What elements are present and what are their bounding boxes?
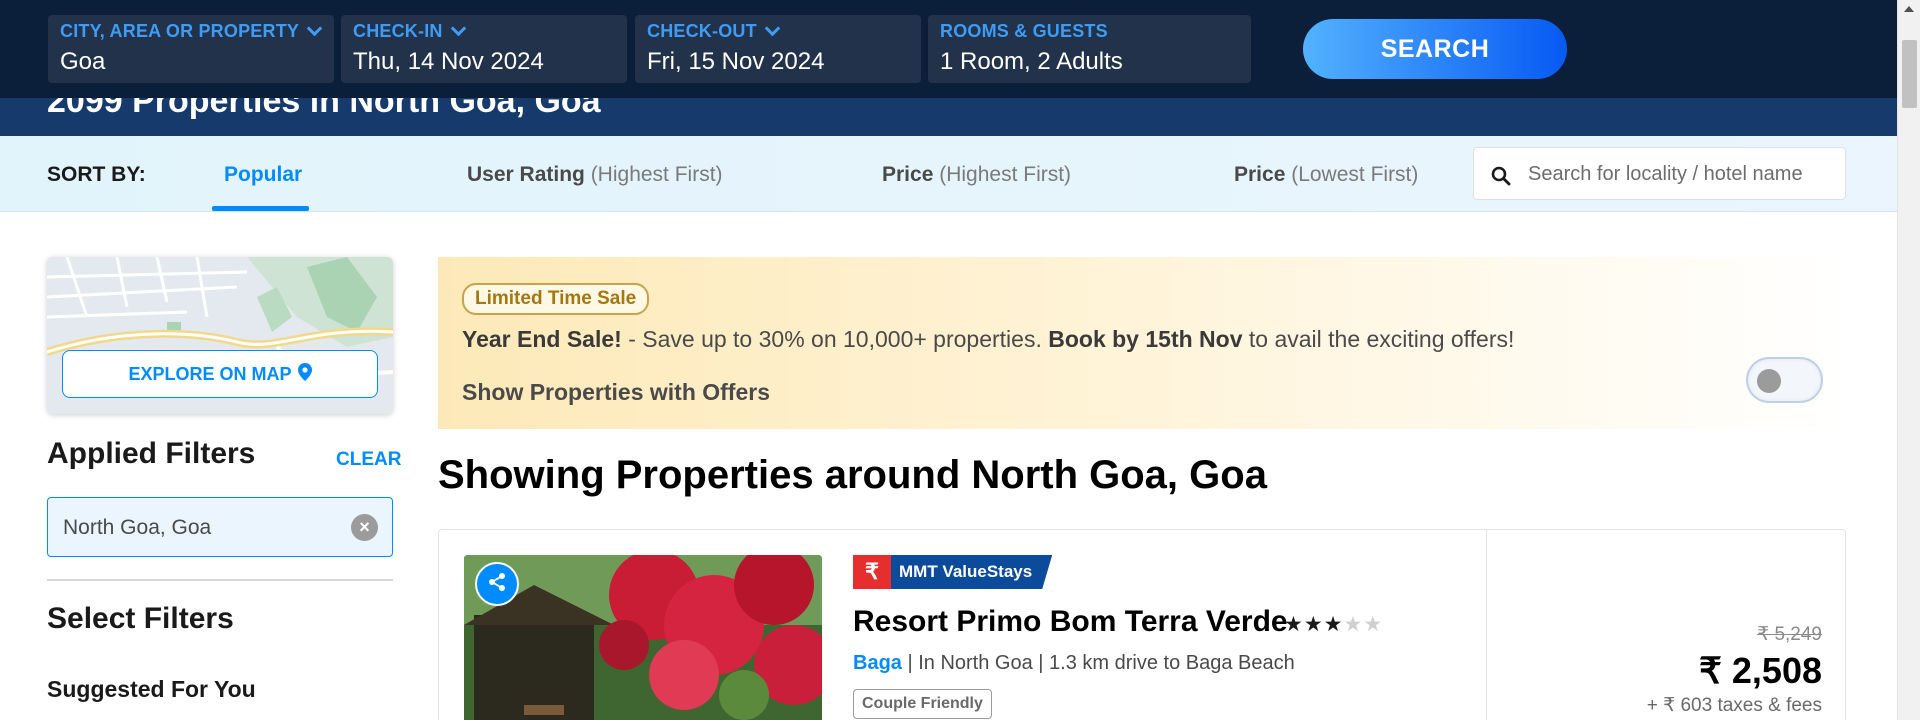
city-field-label-row: CITY, AREA OR PROPERTY [60, 20, 323, 42]
chevron-down-icon [764, 20, 781, 37]
offer-description: Year End Sale! - Save up to 30% on 10,00… [462, 326, 1514, 353]
discounted-price: ₹ 2,508 [1699, 650, 1822, 691]
scrollbar-thumb[interactable] [1902, 40, 1917, 108]
rooms-guests-field[interactable]: ROOMS & GUESTS 1 Room, 2 Adults [928, 15, 1251, 83]
offer-text: - Save up to 30% on 10,000+ properties. [621, 326, 1049, 352]
couple-friendly-tag: Couple Friendly [853, 689, 992, 719]
offer-banner: Limited Time Sale Year End Sale! - Save … [438, 257, 1846, 429]
rooms-guests-value: 1 Room, 2 Adults [940, 48, 1123, 75]
hotel-distance: 1.3 km drive to Baga Beach [1049, 652, 1295, 674]
star-filled-icon: ★ [1323, 613, 1344, 636]
locality-search-input[interactable] [1528, 158, 1828, 190]
offers-toggle[interactable] [1746, 357, 1823, 403]
offers-toggle-label: Show Properties with Offers [462, 379, 770, 405]
share-icon [487, 572, 507, 597]
sort-option-sub: (Lowest First) [1285, 163, 1419, 186]
offer-deadline: Book by 15th Nov [1048, 326, 1243, 352]
search-button[interactable]: SEARCH [1303, 19, 1567, 79]
sort-option-price-high[interactable]: Price (Highest First) [882, 163, 1071, 187]
checkout-field-label-row: CHECK-OUT [647, 20, 909, 42]
clear-filters-button[interactable]: CLEAR [336, 449, 401, 471]
taxes-and-fees: + ₹ 603 taxes & fees [1646, 695, 1822, 716]
applied-filter-chip: North Goa, Goa × [47, 497, 393, 557]
sort-option-main: Price [882, 163, 934, 186]
sidebar-divider [47, 579, 393, 581]
sort-option-popular[interactable]: Popular [224, 163, 302, 187]
checkin-field-value: Thu, 14 Nov 2024 [353, 48, 544, 75]
share-button[interactable] [475, 562, 519, 606]
rooms-guests-label-row: ROOMS & GUESTS [940, 21, 1239, 42]
star-filled-icon: ★ [1284, 613, 1304, 636]
locality-search-box[interactable] [1473, 147, 1846, 200]
value-stays-label: MMT ValueStays [891, 555, 1052, 589]
scroll-up-arrow-icon[interactable] [1904, 6, 1914, 12]
hotel-card[interactable]: ₹ MMT ValueStays Resort Primo Bom Terra … [438, 529, 1846, 720]
city-field[interactable]: CITY, AREA OR PROPERTY Goa [48, 15, 334, 83]
checkin-field-label-row: CHECK-IN [353, 20, 615, 42]
chevron-down-icon [306, 20, 323, 37]
sort-option-sub: (Highest First) [933, 163, 1072, 186]
star-empty-icon: ★ [1343, 613, 1364, 636]
active-sort-indicator [212, 206, 309, 211]
sort-option-main: Price [1234, 163, 1286, 186]
results-title: Showing Properties around North Goa, Goa [438, 453, 1267, 497]
chevron-down-icon [450, 20, 466, 37]
hotel-region: | In North Goa | [901, 652, 1050, 674]
offer-headline: Year End Sale! [462, 326, 622, 352]
value-stays-badge: ₹ MMT ValueStays [853, 555, 1052, 589]
select-filters-heading: Select Filters [47, 602, 234, 635]
price-divider [1486, 530, 1487, 720]
checkin-field-label: CHECK-IN [353, 21, 443, 41]
rupee-icon: ₹ [853, 555, 891, 589]
page-scrollbar[interactable] [1897, 0, 1920, 720]
search-icon [1491, 166, 1511, 191]
rooms-guests-label: ROOMS & GUESTS [940, 21, 1108, 41]
star-rating: ★★★★★ [1284, 612, 1383, 637]
checkout-field-value: Fri, 15 Nov 2024 [647, 48, 825, 75]
sort-option-price-low[interactable]: Price (Lowest First) [1234, 163, 1418, 187]
hotel-photo[interactable] [464, 555, 822, 720]
checkout-field[interactable]: CHECK-OUT Fri, 15 Nov 2024 [635, 15, 921, 83]
star-filled-icon: ★ [1303, 613, 1324, 636]
sort-by-label: SORT BY: [47, 163, 146, 186]
sort-option-user-rating[interactable]: User Rating (Highest First) [467, 163, 723, 187]
star-empty-icon: ★ [1363, 613, 1384, 636]
checkin-field[interactable]: CHECK-IN Thu, 14 Nov 2024 [341, 15, 627, 83]
checkout-field-label: CHECK-OUT [647, 21, 757, 41]
search-header: CITY, AREA OR PROPERTY Goa CHECK-IN Thu,… [0, 0, 1897, 98]
offer-tail: to avail the exciting offers! [1242, 326, 1515, 352]
remove-filter-icon[interactable]: × [351, 514, 378, 541]
sort-option-main: Popular [224, 163, 303, 186]
sort-option-main: User Rating [467, 163, 585, 186]
limited-time-sale-badge: Limited Time Sale [462, 283, 650, 315]
hotel-name[interactable]: Resort Primo Bom Terra Verde [853, 605, 1288, 639]
toggle-knob [1757, 369, 1781, 393]
suggested-for-you-heading: Suggested For You [47, 676, 256, 702]
map-pin-icon [297, 362, 312, 386]
city-field-label: CITY, AREA OR PROPERTY [60, 21, 300, 41]
applied-filters-heading: Applied Filters [47, 437, 256, 470]
hotel-location: Baga | In North Goa | 1.3 km drive to Ba… [853, 652, 1295, 675]
city-field-value: Goa [60, 48, 106, 75]
sort-option-sub: (Highest First) [584, 163, 723, 186]
original-price: ₹ 5,249 [1757, 624, 1822, 645]
applied-filter-label: North Goa, Goa [63, 516, 212, 539]
hotel-area-link[interactable]: Baga [853, 652, 902, 674]
explore-on-map-button[interactable]: EXPLORE ON MAP [62, 350, 378, 398]
explore-on-map-label: EXPLORE ON MAP [128, 363, 292, 384]
map-preview[interactable]: EXPLORE ON MAP [47, 257, 393, 414]
page: 2099 Properties in North Goa, Goa CITY, … [0, 0, 1920, 720]
